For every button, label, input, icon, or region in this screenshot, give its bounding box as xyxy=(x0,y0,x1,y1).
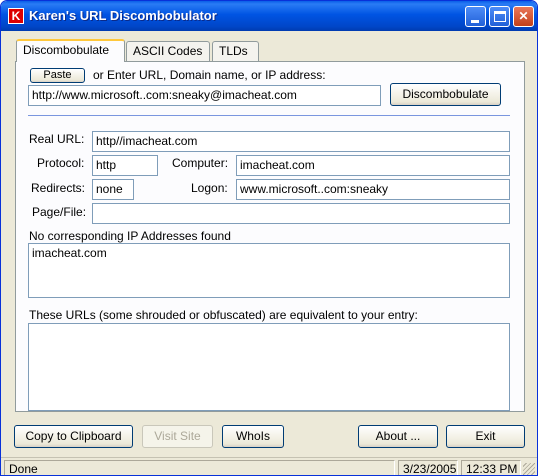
pagefile-field[interactable] xyxy=(92,203,510,224)
tab-discombobulate[interactable]: Discombobulate xyxy=(16,39,125,62)
ip-addresses-label: No corresponding IP Addresses found xyxy=(29,229,231,243)
visit-site-button[interactable]: Visit Site xyxy=(142,425,213,448)
logon-field[interactable]: www.microsoft..com:sneaky xyxy=(236,179,510,200)
logon-label: Logon: xyxy=(191,181,228,195)
resize-grip-icon[interactable] xyxy=(523,463,535,475)
url-input[interactable]: http://www.microsoft..com:sneaky@imachea… xyxy=(28,85,381,106)
redirects-field[interactable]: none xyxy=(92,179,134,200)
discombobulate-button[interactable]: Discombobulate xyxy=(390,83,501,106)
tab-ascii-codes[interactable]: ASCII Codes xyxy=(126,41,210,61)
about-button[interactable]: About ... xyxy=(358,425,438,448)
copy-to-clipboard-button[interactable]: Copy to Clipboard xyxy=(14,425,133,448)
real-url-field[interactable]: http//imacheat.com xyxy=(92,131,510,152)
real-url-label: Real URL: xyxy=(29,132,85,146)
maximize-icon[interactable] xyxy=(489,6,510,27)
app-window: K Karen's URL Discombobulator ✕ Discombo… xyxy=(0,0,538,476)
minimize-icon[interactable] xyxy=(465,6,486,27)
protocol-field[interactable]: http xyxy=(92,155,158,176)
divider xyxy=(28,115,510,116)
app-k-icon: K xyxy=(8,8,24,24)
protocol-label: Protocol: xyxy=(37,156,85,170)
pagefile-label: Page/File: xyxy=(32,205,87,219)
equivalent-urls-label: These URLs (some shrouded or obfuscated)… xyxy=(29,308,418,322)
status-date: 3/23/2005 xyxy=(398,460,458,475)
status-time: 12:33 PM xyxy=(461,460,521,475)
status-bar: Done 3/23/2005 12:33 PM xyxy=(1,457,537,475)
title-bar[interactable]: K Karen's URL Discombobulator ✕ xyxy=(1,1,537,31)
window-title: Karen's URL Discombobulator xyxy=(29,8,217,23)
paste-button[interactable]: Paste xyxy=(30,68,85,83)
computer-label: Computer: xyxy=(172,156,229,170)
close-icon[interactable]: ✕ xyxy=(513,6,534,27)
status-text: Done xyxy=(4,460,395,475)
equivalent-urls-box[interactable] xyxy=(28,323,510,411)
redirects-label: Redirects: xyxy=(31,181,86,195)
ip-addresses-box[interactable]: imacheat.com xyxy=(28,243,510,298)
exit-button[interactable]: Exit xyxy=(446,425,525,448)
computer-field[interactable]: imacheat.com xyxy=(236,155,510,176)
url-prompt-label: or Enter URL, Domain name, or IP address… xyxy=(93,68,326,82)
whois-button[interactable]: WhoIs xyxy=(222,425,284,448)
tab-tlds[interactable]: TLDs xyxy=(212,41,259,61)
